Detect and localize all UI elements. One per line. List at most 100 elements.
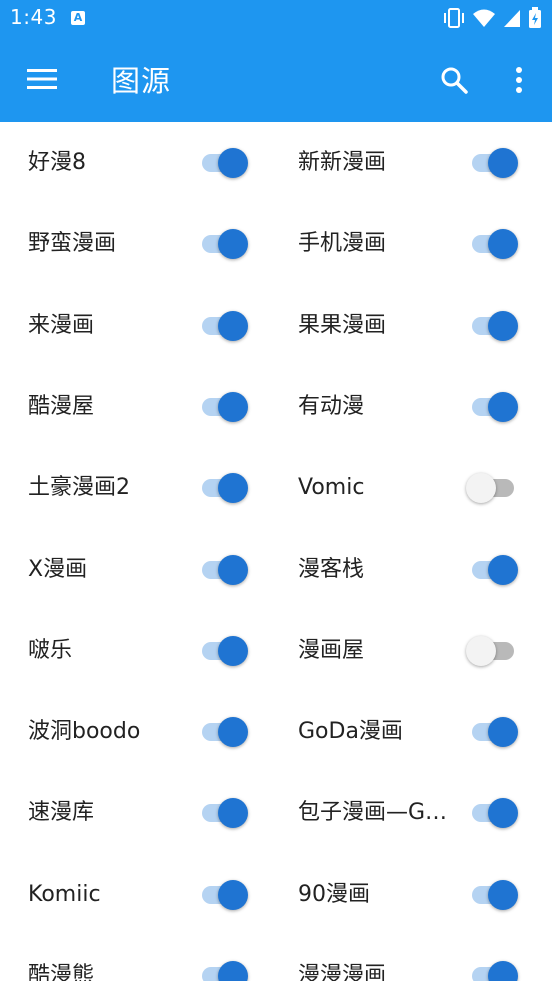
source-label: 漫客栈 — [298, 556, 365, 582]
source-label: GoDa漫画 — [298, 719, 403, 745]
switch-thumb — [218, 717, 248, 748]
switch-thumb — [218, 798, 248, 829]
switch-thumb — [488, 310, 518, 341]
source-label: 果果漫画 — [298, 312, 387, 338]
source-item: 酷漫熊 — [0, 935, 270, 981]
switch-thumb — [218, 473, 248, 504]
source-item: 漫漫漫画 — [270, 935, 540, 981]
wifi-icon — [473, 9, 495, 27]
source-label: Komiic — [28, 881, 101, 907]
source-toggle-switch[interactable] — [198, 630, 254, 670]
source-label: Vomic — [298, 475, 365, 501]
page-title: 图源 — [111, 64, 172, 98]
source-toggle-switch[interactable] — [468, 792, 524, 832]
switch-thumb — [488, 148, 518, 178]
switch-thumb — [488, 879, 518, 910]
source-item: Vomic — [270, 447, 540, 528]
source-toggle-switch[interactable] — [198, 792, 254, 832]
source-label: 新新漫画 — [298, 150, 387, 175]
source-item: 有动漫 — [270, 366, 540, 447]
status-icons — [442, 7, 542, 29]
switch-thumb — [488, 798, 518, 829]
source-item: 啵乐 — [0, 610, 270, 691]
source-toggle-switch[interactable] — [198, 305, 254, 345]
source-toggle-switch[interactable] — [198, 386, 254, 426]
menu-button[interactable] — [18, 55, 66, 103]
switch-thumb — [218, 310, 248, 341]
switch-thumb — [466, 473, 496, 504]
source-toggle-switch[interactable] — [198, 467, 254, 507]
switch-thumb — [488, 961, 518, 981]
source-toggle-switch[interactable] — [198, 549, 254, 589]
switch-thumb — [218, 148, 248, 178]
source-item: 包子漫画—G… — [270, 772, 540, 853]
switch-thumb — [488, 391, 518, 422]
source-toggle-switch[interactable] — [468, 305, 524, 345]
source-item: 漫画屋 — [270, 610, 540, 691]
switch-thumb — [218, 961, 248, 981]
source-toggle-switch[interactable] — [468, 386, 524, 426]
source-item: Komiic — [0, 854, 270, 935]
source-grid: 好漫8 新新漫画野蛮漫画 手机漫画来漫画 果果漫画酷漫屋 有动漫土豪漫画2 Vomic X漫… — [0, 122, 552, 981]
switch-thumb — [466, 635, 496, 666]
source-label: 土豪漫画2 — [28, 475, 130, 501]
source-toggle-switch[interactable] — [468, 142, 524, 182]
source-item: X漫画 — [0, 529, 270, 610]
status-time: 1:43 — [10, 5, 57, 29]
vibrate-icon — [444, 8, 464, 28]
source-toggle-switch[interactable] — [198, 711, 254, 751]
source-item: 酷漫屋 — [0, 366, 270, 447]
source-item: 波洞boodo — [0, 691, 270, 772]
source-label: 漫漫漫画 — [298, 963, 387, 981]
switch-thumb — [218, 391, 248, 422]
source-toggle-switch[interactable] — [198, 142, 254, 182]
source-toggle-switch[interactable] — [468, 874, 524, 914]
source-label: 好漫8 — [28, 150, 86, 175]
source-toggle-switch[interactable] — [468, 223, 524, 263]
source-item: 好漫8 — [0, 122, 270, 203]
source-label: 90漫画 — [298, 881, 370, 907]
source-toggle-switch[interactable] — [468, 549, 524, 589]
battery-icon — [529, 7, 541, 28]
source-item: 野蛮漫画 — [0, 203, 270, 284]
source-label: 漫画屋 — [298, 637, 365, 663]
source-label: 野蛮漫画 — [28, 231, 117, 257]
source-item: 新新漫画 — [270, 122, 540, 203]
source-label: 波洞boodo — [28, 719, 141, 745]
source-item: 手机漫画 — [270, 203, 540, 284]
source-toggle-switch[interactable] — [468, 955, 524, 981]
source-toggle-switch[interactable] — [198, 223, 254, 263]
source-label: 来漫画 — [28, 312, 95, 338]
source-toggle-switch[interactable] — [466, 467, 524, 507]
search-button[interactable] — [430, 56, 478, 104]
switch-thumb — [218, 635, 248, 666]
source-label: 有动漫 — [298, 393, 365, 419]
source-label: 速漫库 — [28, 800, 95, 826]
app-bar: 图源 — [0, 36, 552, 122]
source-toggle-switch[interactable] — [198, 874, 254, 914]
source-item: 漫客栈 — [270, 529, 540, 610]
switch-thumb — [488, 229, 518, 260]
source-item: 土豪漫画2 — [0, 447, 270, 528]
source-label: 酷漫屋 — [28, 393, 95, 419]
switch-thumb — [218, 554, 248, 585]
source-label: 手机漫画 — [298, 231, 387, 257]
source-toggle-switch[interactable] — [468, 711, 524, 751]
source-label: X漫画 — [28, 556, 88, 582]
more-vert-icon — [516, 67, 522, 93]
hamburger-menu-icon — [27, 69, 57, 89]
switch-thumb — [218, 229, 248, 260]
source-item: 速漫库 — [0, 772, 270, 853]
source-label: 酷漫熊 — [28, 963, 95, 981]
source-label: 包子漫画—G… — [298, 800, 448, 826]
source-toggle-switch[interactable] — [466, 630, 524, 670]
status-bar: 1:43 A — [0, 0, 552, 36]
source-item: 90漫画 — [270, 854, 540, 935]
source-item: 果果漫画 — [270, 285, 540, 366]
source-toggle-switch[interactable] — [198, 955, 254, 981]
source-item: GoDa漫画 — [270, 691, 540, 772]
switch-thumb — [218, 879, 248, 910]
more-options-button[interactable] — [495, 56, 543, 104]
cell-signal-icon — [504, 10, 520, 27]
notification-app-icon: A — [71, 11, 85, 25]
